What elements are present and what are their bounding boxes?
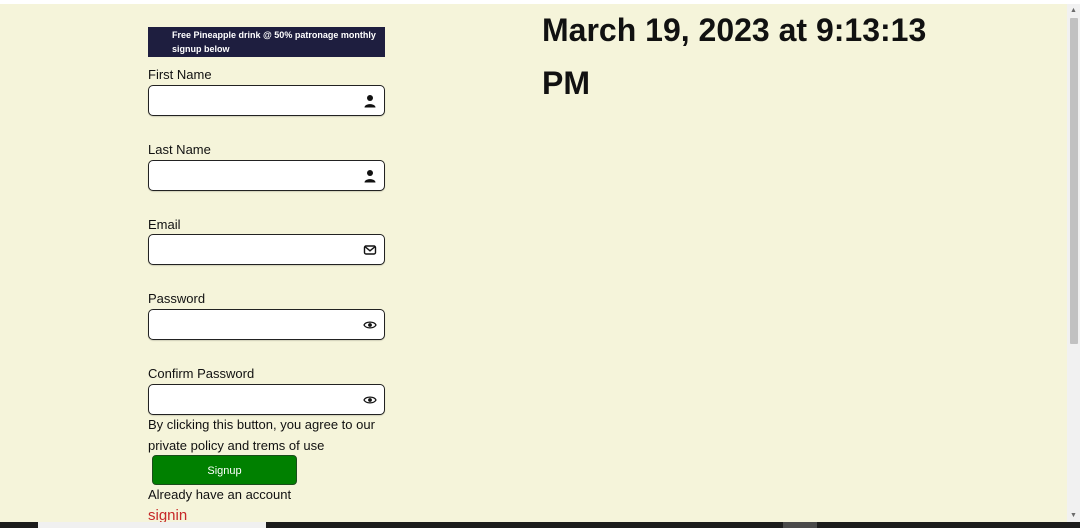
agreement-text: By clicking this button, you agree to ou… [148,417,375,453]
confirm-password-input[interactable] [155,389,359,412]
email-field[interactable] [148,234,385,265]
eye-icon[interactable] [363,318,377,332]
first-name-label: First Name [148,67,212,82]
confirm-password-field[interactable] [148,384,385,415]
taskbar-window-tab[interactable] [38,522,266,528]
first-name-field[interactable] [148,85,385,116]
last-name-label: Last Name [148,142,211,157]
signin-link[interactable]: signin [148,507,187,522]
email-input[interactable] [155,239,359,262]
confirm-password-label: Confirm Password [148,366,255,381]
scroll-down-arrow-icon[interactable]: ▼ [1067,509,1080,522]
page-viewport: Free Pineapple drink @ 50% patronage mon… [0,4,1067,522]
signup-button[interactable]: Signup [152,455,297,485]
last-name-field[interactable] [148,160,385,191]
already-account-text: Already have an account [148,487,292,502]
password-input[interactable] [155,314,359,337]
taskbar [0,522,1080,528]
first-name-input[interactable] [155,90,359,113]
email-label: Email [148,217,181,232]
password-label: Password [148,291,206,306]
user-icon [364,170,376,183]
last-name-input[interactable] [155,165,359,188]
envelope-icon [363,245,377,255]
scrollbar-thumb[interactable] [1070,18,1078,344]
user-icon [364,95,376,108]
scroll-up-arrow-icon[interactable]: ▲ [1067,4,1080,17]
promo-banner: Free Pineapple drink @ 50% patronage mon… [148,27,385,57]
password-field[interactable] [148,309,385,340]
taskbar-active-item[interactable] [783,522,817,528]
eye-icon[interactable] [363,393,377,407]
vertical-scrollbar[interactable]: ▲ ▼ [1067,4,1080,522]
current-datetime: March 19, 2023 at 9:13:13 PM [542,12,927,101]
